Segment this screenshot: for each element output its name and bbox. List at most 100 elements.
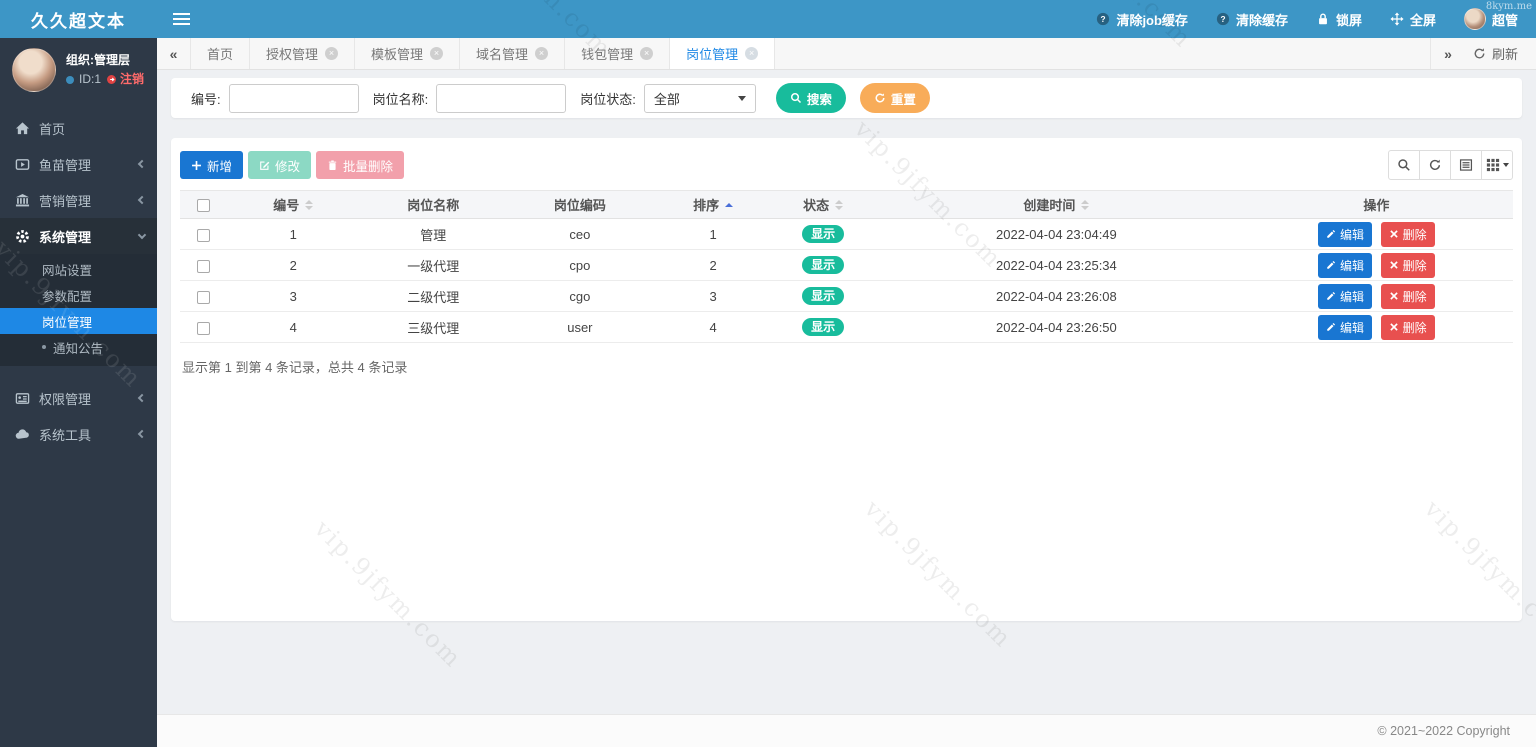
bullet-icon	[42, 345, 46, 349]
sidebar-item-parameter-config[interactable]: 参数配置	[0, 282, 157, 308]
tab-bar: « 首页 授权管理 × 模板管理 × 域名管理 × 钱包管理 × 岗位管理 × …	[157, 38, 1536, 70]
sidebar-item-marketing[interactable]: 营销管理	[0, 182, 157, 218]
close-icon	[1389, 322, 1399, 332]
table-columns-button[interactable]	[1481, 150, 1513, 180]
trash-icon	[327, 160, 338, 171]
sign-out-icon	[106, 74, 117, 85]
row-checkbox[interactable]	[197, 229, 210, 242]
row-edit-button[interactable]: 编辑	[1318, 284, 1372, 309]
column-header-created[interactable]: 创建时间	[873, 191, 1240, 219]
table-header-row: 编号 岗位名称 岗位编码 排序 状态 创建时间 操作	[180, 191, 1513, 219]
sidebar: 组织:管理层 ID:1 注销 首页 鱼苗管理 营销管理	[0, 38, 157, 747]
search-button[interactable]: 搜索	[776, 83, 846, 113]
table-toolbar: 新增 修改 批量删除	[180, 150, 1513, 180]
tab-wallet[interactable]: 钱包管理 ×	[565, 38, 670, 69]
hamburger-icon	[173, 18, 190, 20]
close-icon[interactable]: ×	[325, 47, 338, 60]
sidebar-item-system-tools[interactable]: 系统工具	[0, 416, 157, 452]
clear-job-cache-button[interactable]: ? 清除job缓存	[1096, 10, 1188, 29]
chevron-left-icon	[138, 394, 146, 402]
chevron-down-icon	[1503, 163, 1509, 167]
sidebar-item-fry-management[interactable]: 鱼苗管理	[0, 146, 157, 182]
close-icon[interactable]: ×	[535, 47, 548, 60]
top-header: 久久超文本 ? 清除job缓存 ? 清除缓存 锁屏 全屏 超管	[0, 0, 1536, 38]
row-checkbox[interactable]	[197, 322, 210, 335]
fish-icon	[15, 157, 30, 172]
post-status-select[interactable]: 全部	[644, 84, 756, 113]
tabs-scroll-right-button[interactable]: »	[1431, 46, 1465, 62]
status-badge: 显示	[802, 287, 844, 305]
select-all-checkbox[interactable]	[197, 199, 210, 212]
post-name-input[interactable]	[436, 84, 566, 113]
tab-authorization[interactable]: 授权管理 ×	[250, 38, 355, 69]
row-delete-button[interactable]: 删除	[1381, 315, 1435, 340]
close-icon	[1389, 291, 1399, 301]
id-input[interactable]	[229, 84, 359, 113]
close-icon[interactable]: ×	[745, 47, 758, 60]
sidebar-item-home[interactable]: 首页	[0, 110, 157, 146]
fullscreen-button[interactable]: 全屏	[1390, 10, 1436, 29]
sort-asc-icon	[725, 203, 733, 207]
row-delete-button[interactable]: 删除	[1381, 253, 1435, 278]
row-delete-button[interactable]: 删除	[1381, 284, 1435, 309]
edit-icon	[1326, 291, 1336, 301]
sidebar-item-post-management[interactable]: 岗位管理	[0, 308, 157, 334]
tab-home[interactable]: 首页	[191, 38, 250, 69]
close-icon[interactable]: ×	[430, 47, 443, 60]
row-delete-button[interactable]: 删除	[1381, 222, 1435, 247]
row-edit-button[interactable]: 编辑	[1318, 253, 1372, 278]
status-badge: 显示	[802, 318, 844, 336]
id-field-label: 编号:	[191, 89, 221, 108]
refresh-icon	[1428, 158, 1442, 172]
sidebar-item-system-management[interactable]: 系统管理	[0, 218, 157, 254]
plus-icon	[191, 160, 202, 171]
column-header-name[interactable]: 岗位名称	[360, 191, 507, 219]
sidebar-item-permission[interactable]: 权限管理	[0, 380, 157, 416]
refresh-icon	[874, 92, 886, 104]
column-header-code[interactable]: 岗位编码	[507, 191, 654, 219]
tab-domain[interactable]: 域名管理 ×	[460, 38, 565, 69]
reset-button[interactable]: 重置	[860, 83, 930, 113]
home-icon	[15, 121, 30, 136]
table-refresh-button[interactable]	[1419, 150, 1451, 180]
tab-post-management[interactable]: 岗位管理 ×	[670, 38, 775, 69]
table-row: 2 一级代理 cpo 2 显示 2022-04-04 23:25:34 编辑 删…	[180, 250, 1513, 281]
tabs-scroll-left-button[interactable]: «	[157, 38, 191, 69]
lock-icon	[1316, 12, 1330, 26]
tab-template[interactable]: 模板管理 ×	[355, 38, 460, 69]
column-header-order[interactable]: 排序	[653, 191, 773, 219]
sidebar-toggle-button[interactable]	[157, 0, 205, 38]
add-button[interactable]: 新增	[180, 151, 243, 179]
edit-button[interactable]: 修改	[248, 151, 311, 179]
edit-icon	[1326, 229, 1336, 239]
user-id: ID:1	[79, 70, 101, 89]
batch-delete-button[interactable]: 批量删除	[316, 151, 404, 179]
sort-icon	[1081, 200, 1089, 210]
column-header-id[interactable]: 编号	[227, 191, 360, 219]
edit-icon	[1326, 260, 1336, 270]
row-checkbox[interactable]	[197, 260, 210, 273]
row-edit-button[interactable]: 编辑	[1318, 315, 1372, 340]
user-menu[interactable]: 超管	[1464, 8, 1518, 30]
refresh-tab-button[interactable]: 刷新	[1465, 44, 1536, 63]
row-checkbox[interactable]	[197, 291, 210, 304]
search-icon	[790, 92, 802, 104]
column-header-status[interactable]: 状态	[773, 191, 873, 219]
sort-icon	[835, 200, 843, 210]
pagination-summary: 显示第 1 到第 4 条记录，总共 4 条记录	[182, 357, 1511, 376]
sidebar-item-notice[interactable]: 通知公告	[0, 334, 157, 360]
edit-icon	[259, 160, 270, 171]
sidebar-item-site-settings[interactable]: 网站设置	[0, 256, 157, 282]
logout-link[interactable]: 注销	[106, 70, 144, 89]
table-toggle-view-button[interactable]	[1450, 150, 1482, 180]
clear-cache-button[interactable]: ? 清除缓存	[1216, 10, 1288, 29]
table-search-button[interactable]	[1388, 150, 1420, 180]
lock-screen-button[interactable]: 锁屏	[1316, 10, 1362, 29]
sidebar-user-panel: 组织:管理层 ID:1 注销	[0, 38, 157, 104]
user-avatar	[1464, 8, 1486, 30]
row-edit-button[interactable]: 编辑	[1318, 222, 1372, 247]
chevron-down-icon	[738, 96, 746, 101]
status-badge: 显示	[802, 225, 844, 243]
close-icon	[1389, 229, 1399, 239]
close-icon[interactable]: ×	[640, 47, 653, 60]
